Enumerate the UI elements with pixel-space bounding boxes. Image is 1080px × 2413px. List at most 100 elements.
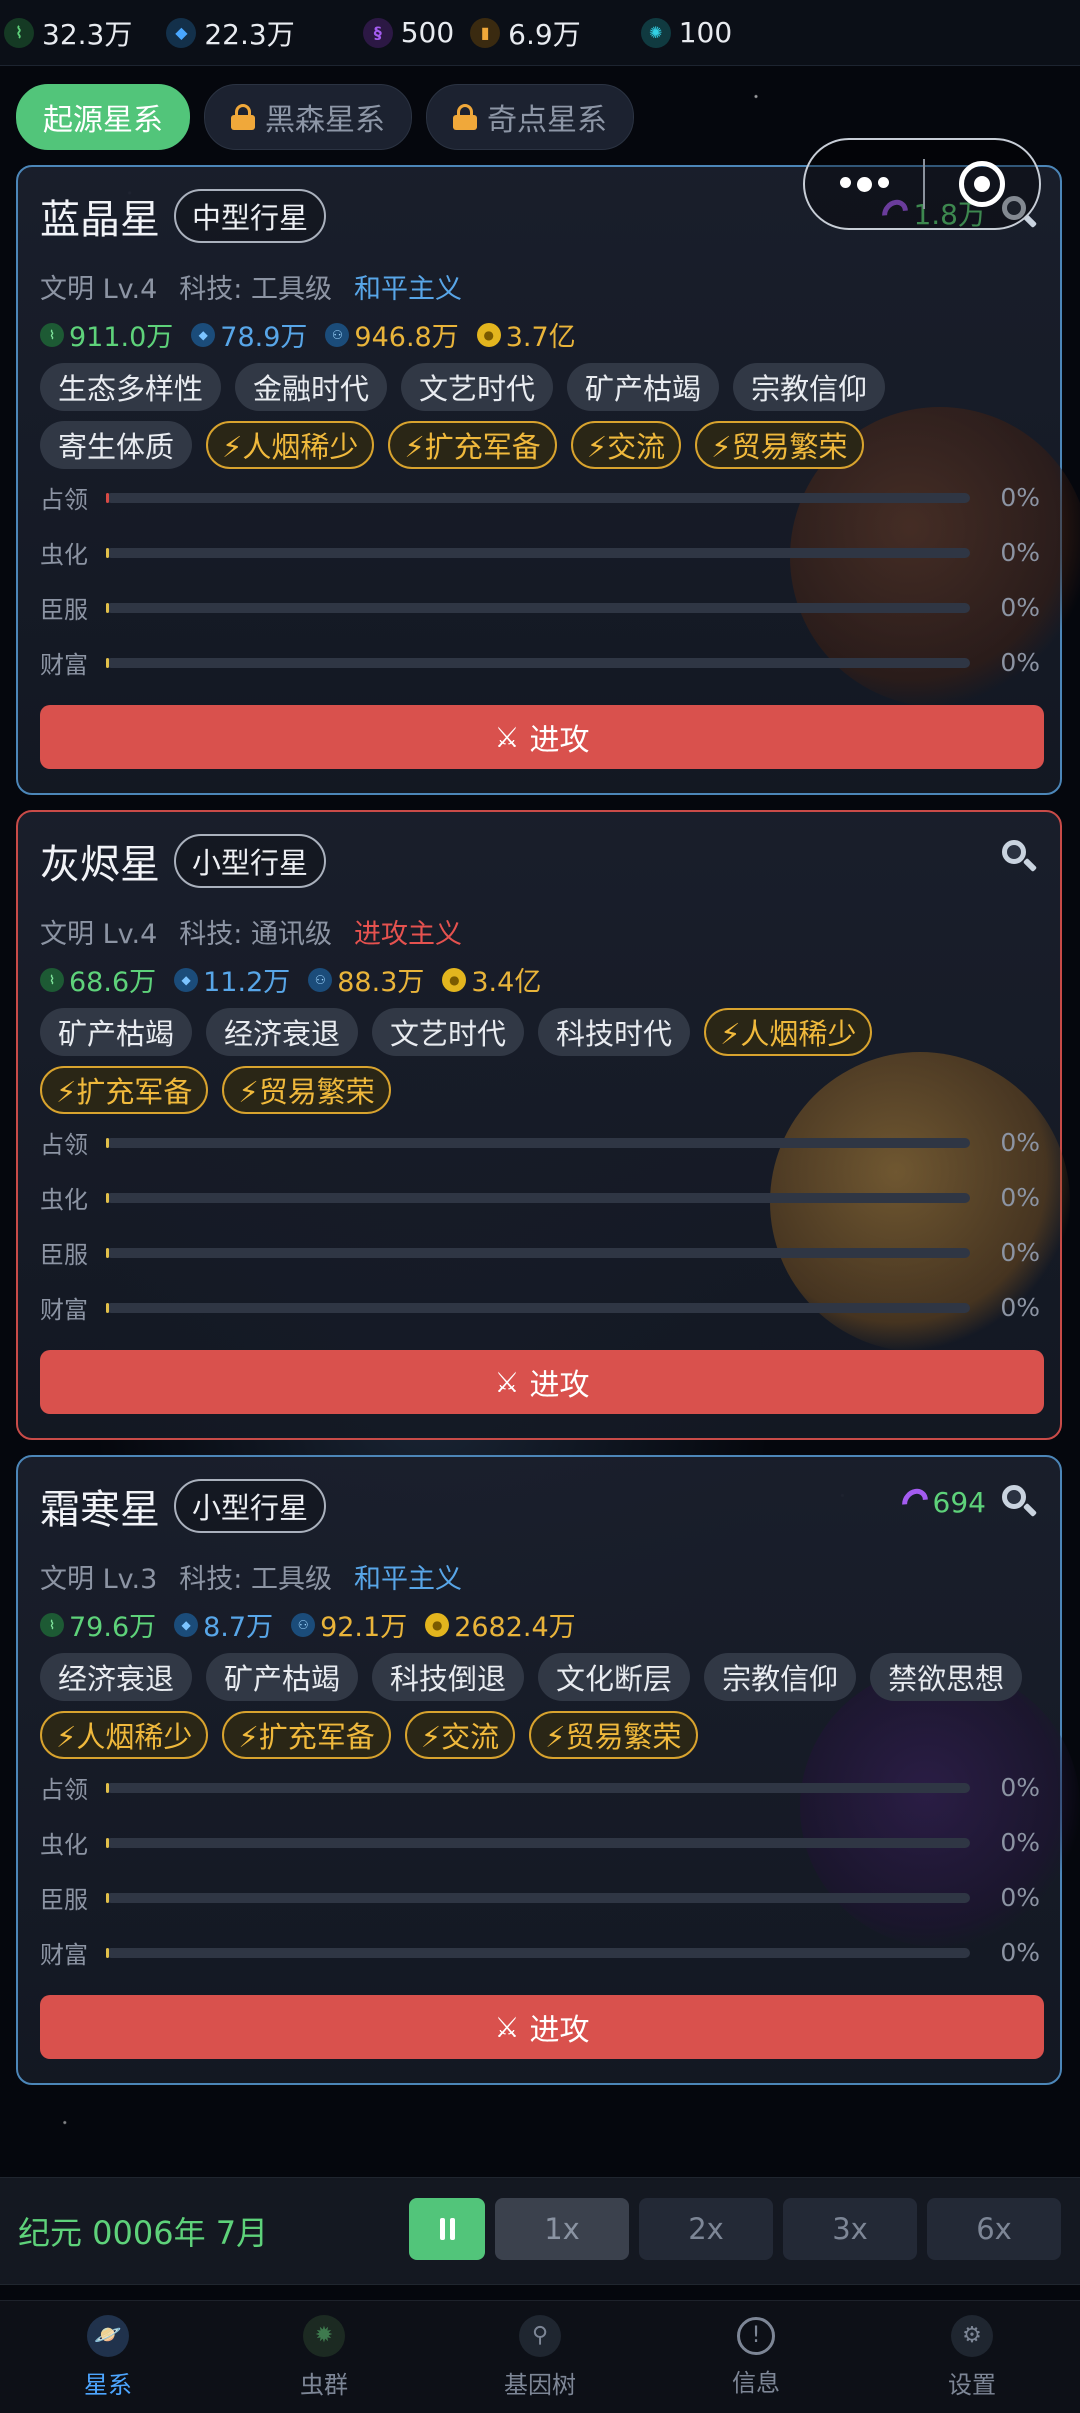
amber-item-icon: ▮ bbox=[470, 17, 501, 48]
bar-occupy: 占领 0% bbox=[40, 1773, 1040, 1804]
progress-track bbox=[106, 602, 970, 613]
bar-wealth: 财富 0% bbox=[40, 1293, 1040, 1324]
event-tag: ⚡交流 bbox=[570, 421, 682, 469]
stat-coin: ● 3.4亿 bbox=[442, 960, 541, 999]
stat-crystal: ◆ 78.9万 bbox=[191, 315, 307, 354]
bar-wealth: 财富 0% bbox=[40, 648, 1040, 679]
lock-icon bbox=[231, 104, 255, 130]
dna-icon: ⌇ bbox=[40, 1612, 64, 1637]
pause-button[interactable] bbox=[409, 2198, 485, 2260]
trait-tag: 经济衰退 bbox=[40, 1653, 193, 1701]
event-tag: ⚡扩充军备 bbox=[40, 1066, 209, 1114]
magnifier-icon[interactable] bbox=[1000, 838, 1038, 876]
progress-track bbox=[106, 1137, 970, 1148]
event-tag: ⚡贸易繁荣 bbox=[222, 1066, 391, 1114]
bar-submit: 臣服 0% bbox=[40, 1238, 1040, 1269]
ideology: 进攻主义 bbox=[353, 919, 462, 950]
trait-tag: 宗教信仰 bbox=[733, 363, 886, 411]
progress-track bbox=[106, 1892, 970, 1903]
crystal-icon: ◆ bbox=[191, 322, 216, 347]
close-miniprogram-button[interactable] bbox=[925, 161, 1039, 207]
stat-population: ⚇ 88.3万 bbox=[308, 960, 424, 999]
gear-icon: ⚙ bbox=[951, 2314, 993, 2357]
stat-coin: ● 2682.4万 bbox=[425, 1605, 576, 1644]
attack-button[interactable]: ⚔ 进攻 bbox=[40, 1995, 1044, 2059]
trait-tag: 寄生体质 bbox=[40, 421, 193, 469]
trait-tags: 生态多样性 金融时代 文艺时代 矿产枯竭 宗教信仰 寄生体质 ⚡人烟稀少 ⚡扩充… bbox=[40, 363, 1040, 469]
attack-button[interactable]: ⚔ 进攻 bbox=[40, 1350, 1044, 1414]
swarm-count: 694 bbox=[896, 1483, 986, 1521]
civ-level: 文明 Lv.4 bbox=[40, 919, 158, 950]
crossed-swords-icon: ⚔ bbox=[494, 1365, 520, 1399]
progress-bars: 占领 0% 虫化 0% 臣服 0% 财富 0% bbox=[40, 470, 1040, 690]
nav-gene-tree[interactable]: ⚲ 基因树 bbox=[432, 2301, 648, 2413]
nav-galaxy[interactable]: 🪐 星系 bbox=[0, 2301, 216, 2413]
coin-icon: ● bbox=[425, 1612, 450, 1637]
event-tag: ⚡扩充军备 bbox=[388, 421, 557, 469]
progress-track bbox=[106, 1947, 970, 1958]
event-tag: ⚡人烟稀少 bbox=[40, 1711, 209, 1759]
trait-tag: 科技时代 bbox=[538, 1008, 691, 1056]
progress-track bbox=[106, 492, 970, 503]
ideology: 和平主义 bbox=[353, 274, 462, 305]
population-icon: ⚇ bbox=[291, 1612, 316, 1637]
speed-6x-button[interactable]: 6x bbox=[927, 2198, 1061, 2260]
ideology: 和平主义 bbox=[353, 1564, 462, 1595]
tech-level: 科技: 工具级 bbox=[179, 274, 332, 305]
resource-dna: ⌇ 32.3万 bbox=[4, 13, 132, 53]
stat-crystal: ◆ 8.7万 bbox=[174, 1605, 273, 1644]
cyan-gear-icon: ✺ bbox=[640, 17, 671, 48]
speed-2x-button[interactable]: 2x bbox=[639, 2198, 773, 2260]
planet-card: 灰烬星 小型行星 文明 Lv.4 科技: 通讯级 进攻主义 ⌇ 68.6万 ◆ 11… bbox=[16, 810, 1070, 1440]
pause-icon bbox=[439, 2218, 455, 2240]
event-tag: ⚡扩充军备 bbox=[222, 1711, 391, 1759]
nav-info[interactable]: ! 信息 bbox=[648, 2301, 864, 2413]
crystal-icon: ◆ bbox=[174, 967, 199, 992]
stat-dna: ⌇ 911.0万 bbox=[40, 315, 173, 354]
bar-occupy: 占领 0% bbox=[40, 483, 1040, 514]
nav-swarm[interactable]: ✹ 虫群 bbox=[216, 2301, 432, 2413]
planet-size-badge: 小型行星 bbox=[174, 834, 327, 888]
trait-tag: 矿产枯竭 bbox=[567, 363, 720, 411]
trait-tag: 宗教信仰 bbox=[704, 1653, 857, 1701]
trait-tag: 文艺时代 bbox=[401, 363, 554, 411]
crystal-icon: ◆ bbox=[174, 1612, 199, 1637]
tab-heisen-galaxy[interactable]: 黑森星系 bbox=[204, 84, 412, 150]
stat-coin: ● 3.7亿 bbox=[476, 315, 576, 354]
more-options-button[interactable] bbox=[805, 176, 923, 192]
speed-3x-button[interactable]: 3x bbox=[783, 2198, 917, 2260]
nav-settings[interactable]: ⚙ 设置 bbox=[864, 2301, 1080, 2413]
magnifier-icon[interactable] bbox=[1000, 1483, 1038, 1521]
event-tag: ⚡人烟稀少 bbox=[206, 421, 375, 469]
progress-track bbox=[106, 1837, 970, 1848]
trait-tag: 生态多样性 bbox=[40, 363, 222, 411]
trait-tag: 科技倒退 bbox=[372, 1653, 525, 1701]
stat-population: ⚇ 92.1万 bbox=[291, 1605, 407, 1644]
trait-tag: 文化断层 bbox=[538, 1653, 691, 1701]
attack-button[interactable]: ⚔ 进攻 bbox=[40, 705, 1044, 769]
trait-tag: 文艺时代 bbox=[372, 1008, 525, 1056]
close-ring-icon bbox=[959, 161, 1005, 207]
bar-infest: 虫化 0% bbox=[40, 1183, 1040, 1214]
bar-infest: 虫化 0% bbox=[40, 538, 1040, 569]
planet-card: 霜寒星 小型行星 694 文明 Lv.3 科技: 工具级 和平主义 ⌇ 79.6万… bbox=[16, 1455, 1080, 2085]
trait-tag: 矿产枯竭 bbox=[40, 1008, 193, 1056]
trait-tag: 经济衰退 bbox=[206, 1008, 359, 1056]
trait-tag: 禁欲思想 bbox=[870, 1653, 1023, 1701]
worm-icon bbox=[896, 1483, 933, 1521]
stat-population: ⚇ 946.8万 bbox=[325, 315, 459, 354]
resource-cyan: ✺ 100 bbox=[640, 16, 732, 49]
trait-tag: 矿产枯竭 bbox=[206, 1653, 359, 1701]
resource-crystal: ◆ 22.3万 bbox=[166, 13, 295, 53]
planet-size-badge: 小型行星 bbox=[174, 1479, 327, 1533]
bottom-nav: 🪐 星系 ✹ 虫群 ⚲ 基因树 ! 信息 ⚙ 设置 bbox=[0, 2300, 1080, 2413]
trait-tags: 矿产枯竭 经济衰退 文艺时代 科技时代 ⚡人烟稀少 ⚡扩充军备 ⚡贸易繁荣 bbox=[40, 1008, 1040, 1114]
dna-icon: ⌇ bbox=[40, 967, 64, 992]
planet-size-badge: 中型行星 bbox=[174, 189, 327, 243]
gene-tree-icon: ⚲ bbox=[519, 2314, 561, 2357]
tab-origin-galaxy[interactable]: 起源星系 bbox=[16, 84, 190, 150]
resource-amber: ▮ 6.9万 bbox=[470, 13, 581, 53]
tab-singularity-galaxy[interactable]: 奇点星系 bbox=[426, 84, 634, 150]
population-icon: ⚇ bbox=[308, 967, 333, 992]
speed-1x-button[interactable]: 1x bbox=[495, 2198, 629, 2260]
